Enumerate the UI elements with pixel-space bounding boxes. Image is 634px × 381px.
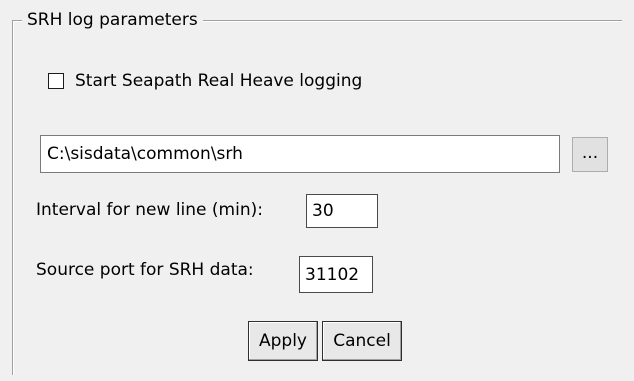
interval-label: Interval for new line (min): — [36, 200, 263, 220]
start-logging-checkbox-row[interactable]: Start Seapath Real Heave logging — [48, 70, 362, 92]
cancel-button[interactable]: Cancel — [322, 321, 402, 361]
start-logging-label[interactable]: Start Seapath Real Heave logging — [75, 70, 362, 92]
apply-button[interactable]: Apply — [248, 321, 318, 361]
groupbox-title: SRH log parameters — [22, 10, 203, 30]
source-port-input[interactable] — [299, 256, 373, 293]
source-port-label: Source port for SRH data: — [36, 260, 254, 280]
interval-input[interactable] — [306, 194, 378, 228]
log-path-input[interactable] — [40, 135, 560, 173]
start-logging-checkbox[interactable] — [48, 73, 64, 89]
browse-button[interactable]: ... — [572, 137, 608, 172]
